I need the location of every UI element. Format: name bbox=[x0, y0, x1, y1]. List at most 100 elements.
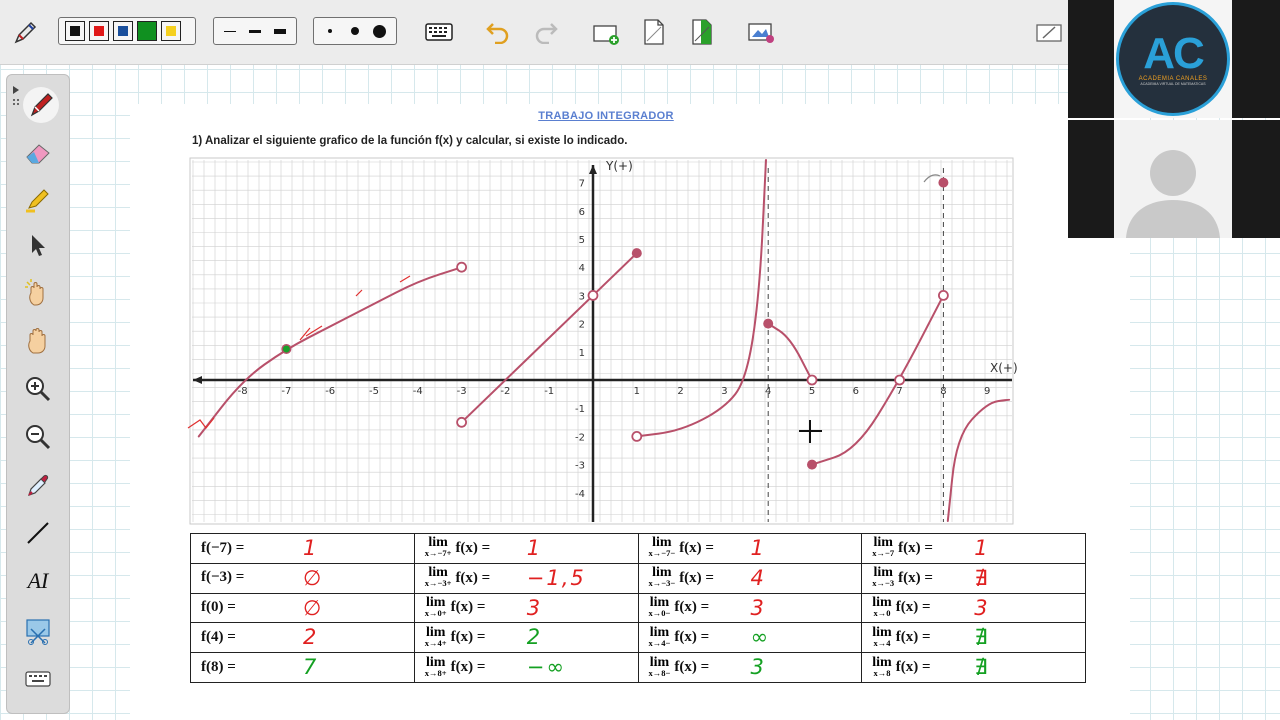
cell-expression: f(x) = bbox=[679, 569, 714, 586]
y-tick-label: 4 bbox=[579, 263, 585, 274]
table-cell: lim x→−3+ f(x) = −1,5 bbox=[413, 562, 639, 594]
limit-operator: lim x→−7 bbox=[872, 535, 895, 559]
table-cell: lim x→4 f(x) = ∄ bbox=[861, 622, 1086, 654]
y-tick-label: 2 bbox=[579, 320, 585, 331]
y-tick-label: 6 bbox=[579, 207, 585, 218]
limit-operator: lim x→4+ bbox=[424, 624, 447, 648]
handwritten-answer: 2 bbox=[526, 625, 543, 650]
logo-panel: AC ACADEMIA CANALES ACADEMIA VIRTUAL DE … bbox=[1114, 0, 1232, 118]
limit-operator: lim x→4 bbox=[872, 624, 892, 648]
x-tick-label: 3 bbox=[721, 386, 727, 397]
open-point bbox=[938, 289, 949, 301]
x-tick-label: -1 bbox=[544, 386, 554, 397]
cell-expression: f(x) = bbox=[450, 629, 486, 646]
closed-point bbox=[763, 318, 774, 329]
table-cell: lim x→4+ f(x) = 2 bbox=[413, 622, 639, 654]
handwritten-answer: ∞ bbox=[750, 625, 770, 650]
y-tick-label: -3 bbox=[575, 461, 585, 472]
table-row: f(−3) = ∅ lim x→−3+ f(x) = −1,5 lim x→−3− f(x) =… bbox=[190, 562, 1086, 594]
table-cell: f(0) = ∅ bbox=[190, 592, 415, 624]
cell-expression: f(x) = bbox=[450, 659, 486, 676]
handwritten-answer: 4 bbox=[750, 565, 766, 590]
open-point bbox=[587, 289, 599, 301]
handwritten-answer: 3 bbox=[750, 595, 766, 620]
table-cell: f(8) = 7 bbox=[190, 652, 415, 683]
table-cell: lim x→0+ f(x) = 3 bbox=[413, 592, 639, 624]
handwritten-answer: 1 bbox=[303, 536, 319, 560]
limit-operator: lim x→0+ bbox=[424, 594, 447, 618]
y-axis-label: Y(+) bbox=[605, 159, 633, 173]
y-tick-label: 5 bbox=[579, 235, 585, 246]
y-tick-label: 3 bbox=[579, 291, 585, 302]
table-cell: lim x→4− f(x) = ∞ bbox=[637, 622, 863, 654]
webcam-logo-tile: AC ACADEMIA CANALES ACADEMIA VIRTUAL DE … bbox=[1068, 0, 1280, 118]
cell-expression: f(x) = bbox=[679, 539, 714, 556]
table-row: f(8) = 7 lim x→8+ f(x) = −∞ lim x→8− f(x) = 3 lim x… bbox=[190, 652, 1086, 683]
open-point bbox=[631, 430, 643, 442]
closed-point bbox=[807, 459, 817, 470]
limit-operator: lim x→−3+ bbox=[424, 565, 452, 589]
cell-expression: f(0) = bbox=[201, 599, 236, 616]
cell-expression: f(−3) = bbox=[201, 569, 245, 586]
x-tick-label: 2 bbox=[677, 386, 683, 397]
cell-expression: f(x) = bbox=[674, 629, 710, 646]
table-cell: lim x→−3− f(x) = 4 bbox=[637, 562, 863, 594]
handwritten-answer: ∅ bbox=[303, 595, 324, 620]
cell-expression: f(x) = bbox=[455, 539, 491, 556]
closed-point bbox=[631, 248, 642, 259]
limit-operator: lim x→8− bbox=[648, 654, 671, 678]
cell-expression: f(x) = bbox=[674, 599, 710, 616]
table-cell: lim x→−7 f(x) = 1 bbox=[861, 533, 1086, 564]
open-point bbox=[456, 261, 468, 273]
table-cell: lim x→−7+ f(x) = 1 bbox=[413, 533, 639, 564]
logo-letters: AC bbox=[1143, 29, 1205, 78]
limit-operator: lim x→−7− bbox=[648, 535, 676, 559]
handwritten-answer: 3 bbox=[750, 655, 766, 680]
y-tick-label: 7 bbox=[579, 179, 585, 190]
handwritten-answer: ∄ bbox=[974, 655, 990, 680]
handwritten-answer: −∞ bbox=[526, 655, 566, 680]
open-point bbox=[456, 416, 468, 428]
table-row: f(0) = ∅ lim x→0+ f(x) = 3 lim x→0− f(x) = 3 lim x→… bbox=[190, 592, 1086, 624]
table-cell: f(−3) = ∅ bbox=[190, 562, 415, 594]
table-cell: f(4) = 2 bbox=[190, 622, 415, 654]
cell-expression: f(x) = bbox=[895, 629, 931, 646]
limit-operator: lim x→8+ bbox=[424, 654, 447, 678]
handwritten-answer: ∅ bbox=[303, 565, 324, 590]
x-tick-label: 7 bbox=[896, 386, 902, 397]
x-tick-label: 1 bbox=[634, 386, 640, 397]
cell-expression: f(x) = bbox=[898, 539, 933, 556]
table-cell: lim x→8+ f(x) = −∞ bbox=[413, 652, 639, 683]
limit-operator: lim x→0 bbox=[872, 594, 892, 618]
handwritten-answer: 2 bbox=[303, 625, 319, 650]
handwritten-answer: 1 bbox=[526, 536, 543, 560]
webcam-user-tile bbox=[1068, 120, 1280, 238]
cell-expression: f(−7) = bbox=[201, 539, 245, 556]
limit-operator: lim x→0− bbox=[648, 594, 671, 618]
x-tick-label: 6 bbox=[853, 386, 859, 397]
table-cell: lim x→0− f(x) = 3 bbox=[637, 592, 863, 624]
x-tick-label: 9 bbox=[984, 386, 990, 397]
cell-expression: f(x) = bbox=[674, 659, 710, 676]
cell-expression: f(4) = bbox=[201, 629, 236, 646]
open-point bbox=[806, 374, 818, 386]
handwritten-answer: 1 bbox=[750, 536, 766, 560]
limit-operator: lim x→−7+ bbox=[424, 535, 452, 559]
x-tick-label: -4 bbox=[413, 386, 423, 397]
cell-expression: f(x) = bbox=[450, 599, 486, 616]
cell-expression: f(x) = bbox=[895, 659, 931, 676]
handwritten-answer: 3 bbox=[974, 595, 990, 620]
x-tick-label: 4 bbox=[765, 386, 771, 397]
academy-logo: AC ACADEMIA CANALES ACADEMIA VIRTUAL DE … bbox=[1116, 2, 1230, 116]
table-row: f(4) = 2 lim x→4+ f(x) = 2 lim x→4− f(x) = ∞ lim x→… bbox=[190, 622, 1086, 654]
user-avatar-panel bbox=[1114, 120, 1232, 238]
limit-operator: lim x→8 bbox=[872, 654, 892, 678]
table-cell: lim x→−7− f(x) = 1 bbox=[637, 533, 863, 564]
cell-expression: f(8) = bbox=[201, 658, 236, 675]
x-tick-label: -5 bbox=[369, 386, 379, 397]
limits-table: f(−7) = 1 lim x→−7+ f(x) = 1 lim x→−7− f(x) = 1 li… bbox=[190, 533, 1086, 683]
cell-expression: f(x) = bbox=[455, 569, 491, 586]
handwritten-answer: −1,5 bbox=[526, 565, 586, 590]
x-tick-label: -3 bbox=[457, 386, 467, 397]
x-tick-label: 5 bbox=[809, 386, 815, 397]
